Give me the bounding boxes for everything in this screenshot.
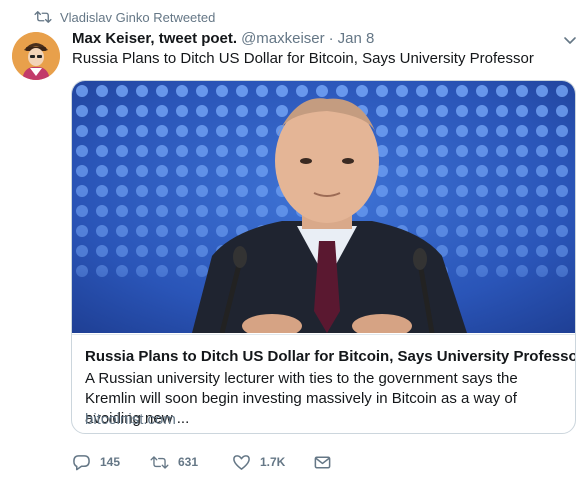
tweet-header: Max Keiser, tweet poet. @maxkeiser · Jan… — [72, 30, 374, 47]
like-button[interactable]: 1.7K — [232, 452, 285, 472]
card-body[interactable]: Russia Plans to Ditch US Dollar for Bitc… — [72, 334, 575, 433]
link-card[interactable]: Russia Plans to Ditch US Dollar for Bitc… — [71, 80, 576, 434]
retweet-icon — [34, 11, 52, 23]
retweet-count: 631 — [178, 455, 199, 469]
retweet-icon — [150, 455, 169, 469]
reply-icon — [73, 454, 90, 470]
retweet-label: Vladislav Ginko Retweeted — [60, 9, 216, 25]
like-count: 1.7K — [260, 455, 286, 469]
author-display-name[interactable]: Max Keiser, tweet poet. — [72, 30, 237, 47]
card-title[interactable]: Russia Plans to Ditch US Dollar for Bitc… — [85, 348, 575, 365]
direct-message-icon — [314, 456, 331, 468]
direct-message-button[interactable] — [313, 452, 332, 472]
avatar[interactable] — [12, 32, 60, 80]
chevron-down-icon[interactable] — [563, 36, 577, 46]
card-image — [72, 81, 575, 333]
reply-button[interactable]: 145 — [72, 452, 120, 472]
tweet-date[interactable]: Jan 8 — [338, 30, 375, 47]
retweet-context[interactable]: Vladislav Ginko Retweeted — [34, 9, 215, 25]
card-domain: bitcoinist.com — [85, 411, 176, 428]
author-handle[interactable]: @maxkeiser — [241, 30, 325, 47]
tweet-text: Russia Plans to Ditch US Dollar for Bitc… — [72, 50, 534, 67]
reply-count: 145 — [100, 455, 121, 469]
like-icon — [233, 454, 250, 470]
separator-dot: · — [328, 30, 334, 47]
retweet-button[interactable]: 631 — [150, 452, 198, 472]
